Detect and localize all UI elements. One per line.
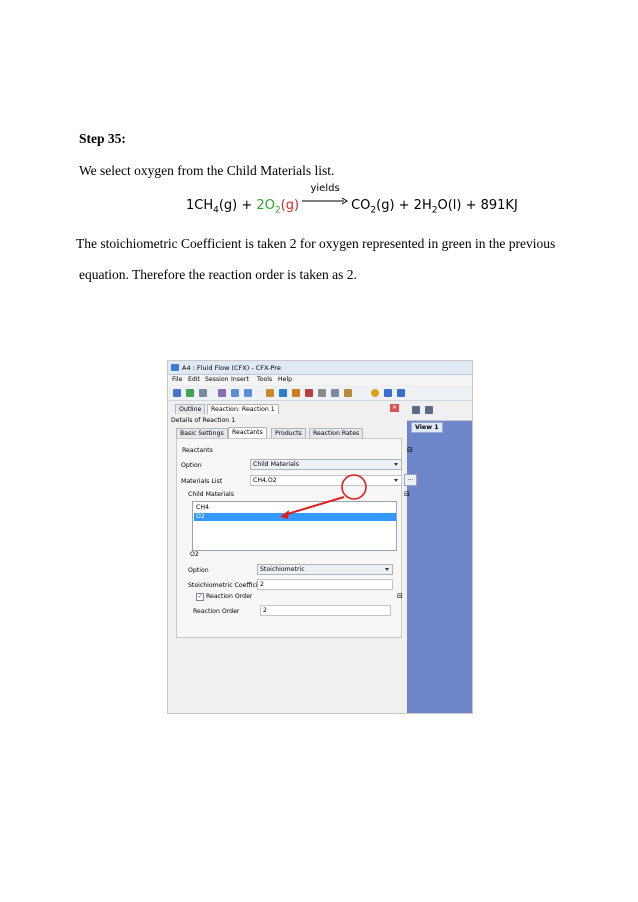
intro-paragraph: We select oxygen from the Child Material… <box>79 163 335 178</box>
step-title: Step 35: <box>79 131 126 146</box>
highlight-circle <box>341 474 367 500</box>
cfx-pre-screenshot: A4 : Fluid Flow (CFX) - CFX-Pre File Edi… <box>167 360 473 714</box>
eq-ch4: 1CH <box>186 198 214 213</box>
reaction-equation: 1CH4(g) + 2O2(g) yields CO2(g) + 2H2O(l) +… <box>186 183 518 216</box>
paragraph-2-line-2: equation. Therefore the reaction order i… <box>79 267 357 282</box>
pointer-arrowhead <box>280 510 289 519</box>
eq-o2-coef: 2O <box>256 198 275 213</box>
annotation-overlay <box>280 474 367 519</box>
paragraph-2-line-1: The stoichiometric Coefficient is taken … <box>76 236 556 251</box>
pointer-arrow <box>283 496 345 516</box>
eq-o2-state: (g) <box>280 198 300 213</box>
yields-arrow: yields <box>302 183 349 209</box>
